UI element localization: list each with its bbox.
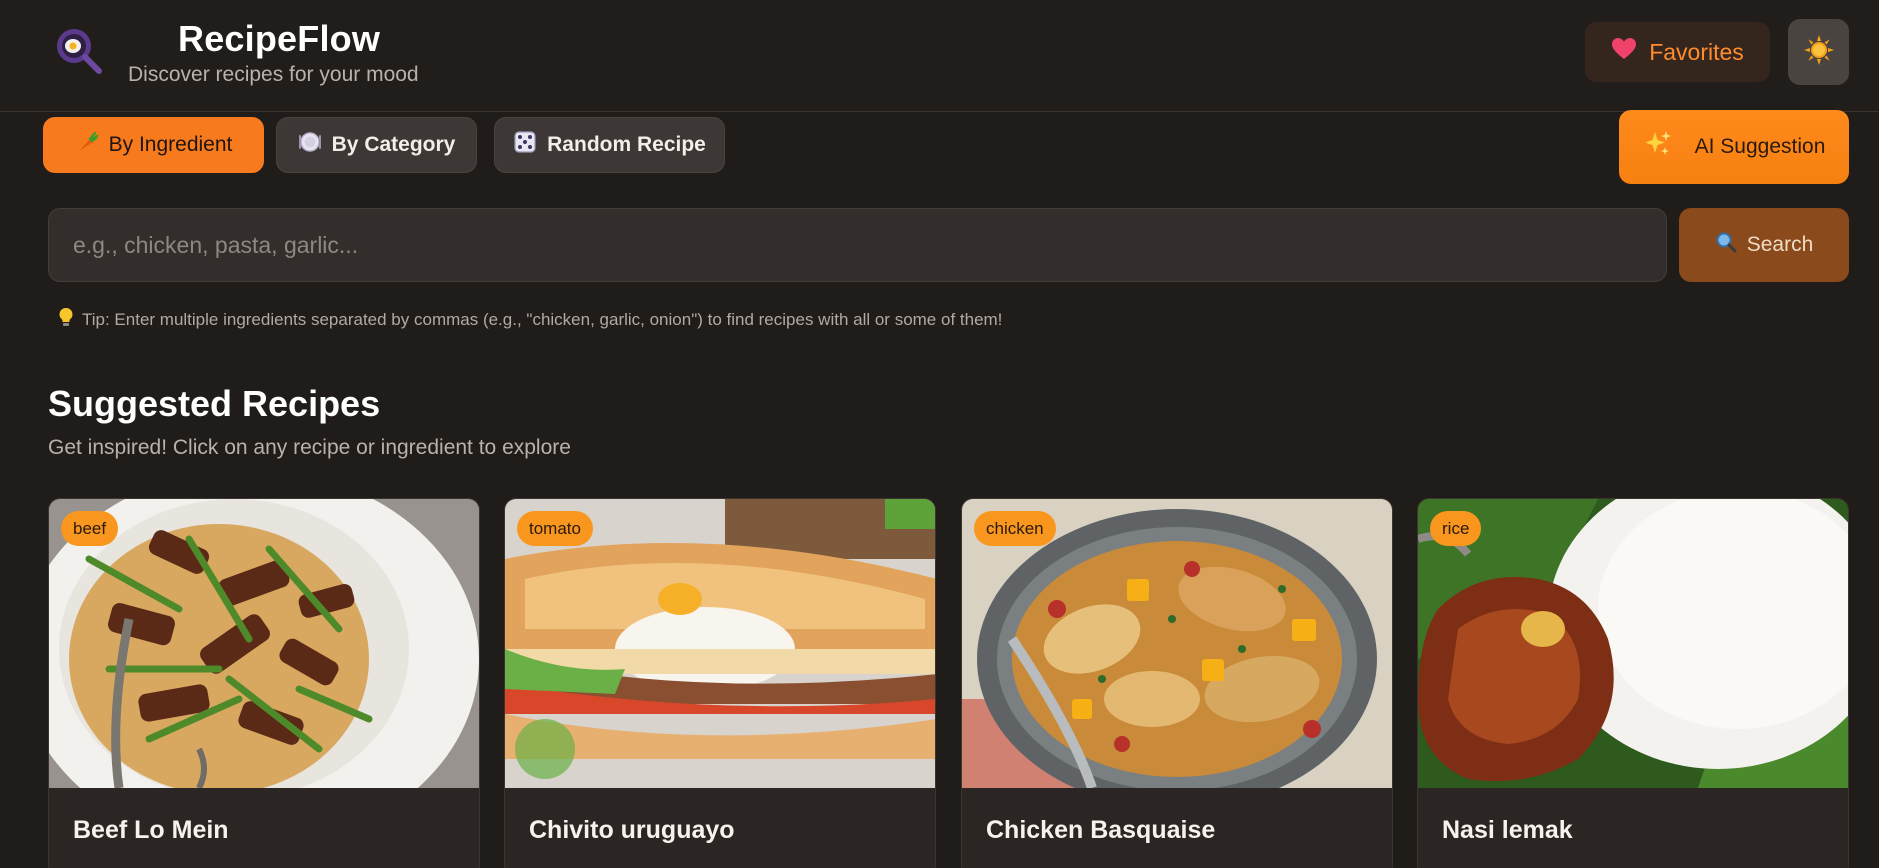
section-subtitle: Get inspired! Click on any recipe or ing… xyxy=(48,436,571,459)
ingredient-tag[interactable]: rice xyxy=(1430,511,1482,546)
carrot-icon xyxy=(75,130,99,160)
recipe-title: Nasi lemak xyxy=(1442,816,1573,844)
app-subtitle: Discover recipes for your mood xyxy=(128,63,419,86)
magnifier-icon xyxy=(1715,231,1737,259)
tab-random-recipe[interactable]: Random Recipe xyxy=(494,117,725,173)
ai-suggestion-label: AI Suggestion xyxy=(1694,135,1826,158)
tab-by-category[interactable]: By Category xyxy=(276,117,477,173)
search-tip: Tip: Enter multiple ingredients separate… xyxy=(58,307,1002,332)
search-button[interactable]: Search xyxy=(1679,208,1849,282)
recipe-card[interactable]: rice Nasi lemak xyxy=(1417,498,1849,868)
ingredient-tag[interactable]: beef xyxy=(61,511,119,546)
recipe-card[interactable]: beef Beef Lo Mein xyxy=(48,498,480,868)
sparkles-icon xyxy=(1643,129,1673,165)
section-title: Suggested Recipes xyxy=(48,383,381,424)
search-button-label: Search xyxy=(1746,233,1814,256)
app-title: RecipeFlow xyxy=(178,18,381,59)
tip-text: Tip: Enter multiple ingredients separate… xyxy=(82,309,1003,329)
plate-icon xyxy=(298,130,322,160)
dice-icon xyxy=(513,130,537,160)
app-header: RecipeFlow Discover recipes for your moo… xyxy=(0,0,1879,112)
lightbulb-icon xyxy=(58,307,74,332)
heart-icon xyxy=(1611,37,1637,67)
favorites-label: Favorites xyxy=(1649,38,1744,65)
tab-by-ingredient[interactable]: By Ingredient xyxy=(43,117,264,173)
theme-toggle-button[interactable] xyxy=(1788,19,1849,85)
recipe-image xyxy=(49,499,479,788)
ingredient-tag[interactable]: chicken xyxy=(974,511,1056,546)
tab-label: By Category xyxy=(331,133,456,156)
ingredient-search-input[interactable] xyxy=(48,208,1667,282)
sun-icon xyxy=(1803,34,1835,71)
ai-suggestion-button[interactable]: AI Suggestion xyxy=(1619,110,1849,184)
ingredient-tag[interactable]: tomato xyxy=(517,511,593,546)
recipe-image xyxy=(1418,499,1848,788)
recipe-title: Beef Lo Mein xyxy=(73,816,229,844)
recipe-card[interactable]: tomato Chivito uruguayo xyxy=(504,498,936,868)
favorites-button[interactable]: Favorites xyxy=(1585,22,1770,82)
recipe-title: Chicken Basquaise xyxy=(986,816,1216,844)
frying-pan-egg-icon[interactable] xyxy=(54,26,104,76)
recipe-title: Chivito uruguayo xyxy=(529,816,735,844)
recipe-card[interactable]: chicken Chicken Basquaise xyxy=(961,498,1393,868)
tab-label: Random Recipe xyxy=(547,133,706,156)
tab-label: By Ingredient xyxy=(108,133,233,156)
